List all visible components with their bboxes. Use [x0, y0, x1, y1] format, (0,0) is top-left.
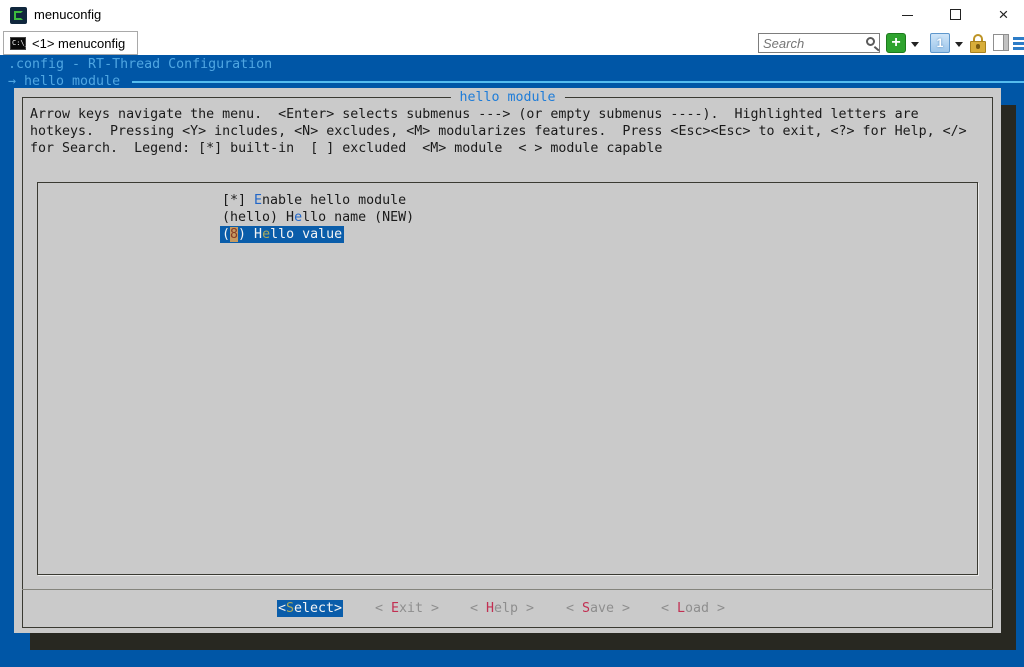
menuconfig-dialog: hello module Arrow keys navigate the men…	[14, 88, 1001, 633]
search-icon[interactable]	[866, 37, 875, 46]
lock-icon[interactable]	[969, 34, 987, 53]
close-button[interactable]: ×	[981, 0, 1024, 30]
item-text: (hello) H	[222, 210, 294, 225]
button-text: elect>	[294, 601, 342, 616]
item-hotkey: E	[254, 193, 262, 208]
button-text: <	[566, 601, 582, 616]
header-separator-line	[132, 81, 1024, 83]
save-button[interactable]: < Save >	[566, 600, 630, 617]
search-box	[758, 33, 880, 53]
button-hotkey: S	[582, 601, 590, 616]
console-area: .config - RT-Thread Configuration → hell…	[0, 55, 1024, 667]
conemu-logo-icon	[10, 7, 27, 24]
item-text: llo name (NEW)	[302, 210, 414, 225]
text-cursor: 8	[230, 227, 238, 242]
button-separator-line	[22, 589, 993, 590]
minimize-button[interactable]	[885, 0, 930, 30]
item-text: ) H	[238, 227, 262, 242]
menu-item-enable-hello-module[interactable]: [*] Enable hello module	[222, 192, 406, 209]
button-text: <	[661, 601, 677, 616]
button-hotkey: H	[486, 601, 494, 616]
button-hotkey: E	[391, 601, 399, 616]
dialog-shadow	[30, 633, 1016, 650]
load-button[interactable]: < Load >	[661, 600, 725, 617]
console-icon: C:\_	[10, 37, 26, 50]
item-hotkey: e	[262, 227, 270, 242]
instructions-line: hotkeys. Pressing <Y> includes, <N> excl…	[30, 123, 967, 140]
search-input[interactable]	[763, 35, 858, 51]
tab-label: <1> menuconfig	[32, 36, 125, 51]
item-text: [*]	[222, 193, 254, 208]
button-hotkey: L	[677, 601, 685, 616]
button-text: oad >	[685, 601, 725, 616]
button-hotkey: S	[286, 601, 294, 616]
item-text: (	[222, 227, 230, 242]
chevron-down-icon[interactable]	[911, 42, 919, 47]
instructions-line: for Search. Legend: [*] built-in [ ] exc…	[30, 140, 662, 157]
tab-menuconfig[interactable]: C:\_ <1> menuconfig	[3, 31, 138, 55]
button-text: ave >	[590, 601, 630, 616]
new-console-button[interactable]: +	[886, 33, 906, 53]
menu-list-border	[37, 182, 978, 575]
dialog-title: hello module	[450, 89, 564, 106]
dialog-shadow	[1001, 105, 1016, 650]
item-text: nable hello module	[262, 193, 406, 208]
button-text: <	[375, 601, 391, 616]
window-number-button[interactable]: 1	[930, 33, 950, 53]
config-header: .config - RT-Thread Configuration	[8, 56, 272, 73]
button-text: elp >	[494, 601, 534, 616]
menu-icon[interactable]	[1013, 37, 1024, 52]
menu-item-hello-name[interactable]: (hello) Hello name (NEW)	[222, 209, 414, 226]
button-text: xit >	[399, 601, 439, 616]
chevron-down-icon[interactable]	[955, 42, 963, 47]
menu-item-hello-value-selected[interactable]: (8) Hello value	[220, 226, 344, 243]
tab-bar: C:\_ <1> menuconfig + 1	[0, 30, 1024, 55]
item-hotkey: e	[294, 210, 302, 225]
button-text: <	[278, 601, 286, 616]
title-bar: menuconfig ×	[0, 0, 1024, 30]
window-title: menuconfig	[34, 7, 101, 22]
instructions-line: Arrow keys navigate the menu. <Enter> se…	[30, 106, 919, 123]
button-text: <	[470, 601, 486, 616]
maximize-button[interactable]	[933, 0, 978, 30]
buffer-panes-icon[interactable]	[993, 34, 1009, 51]
select-button[interactable]: <Select>	[277, 600, 343, 617]
exit-button[interactable]: < Exit >	[375, 600, 439, 617]
item-text: llo value	[270, 227, 342, 242]
help-button[interactable]: < Help >	[470, 600, 534, 617]
